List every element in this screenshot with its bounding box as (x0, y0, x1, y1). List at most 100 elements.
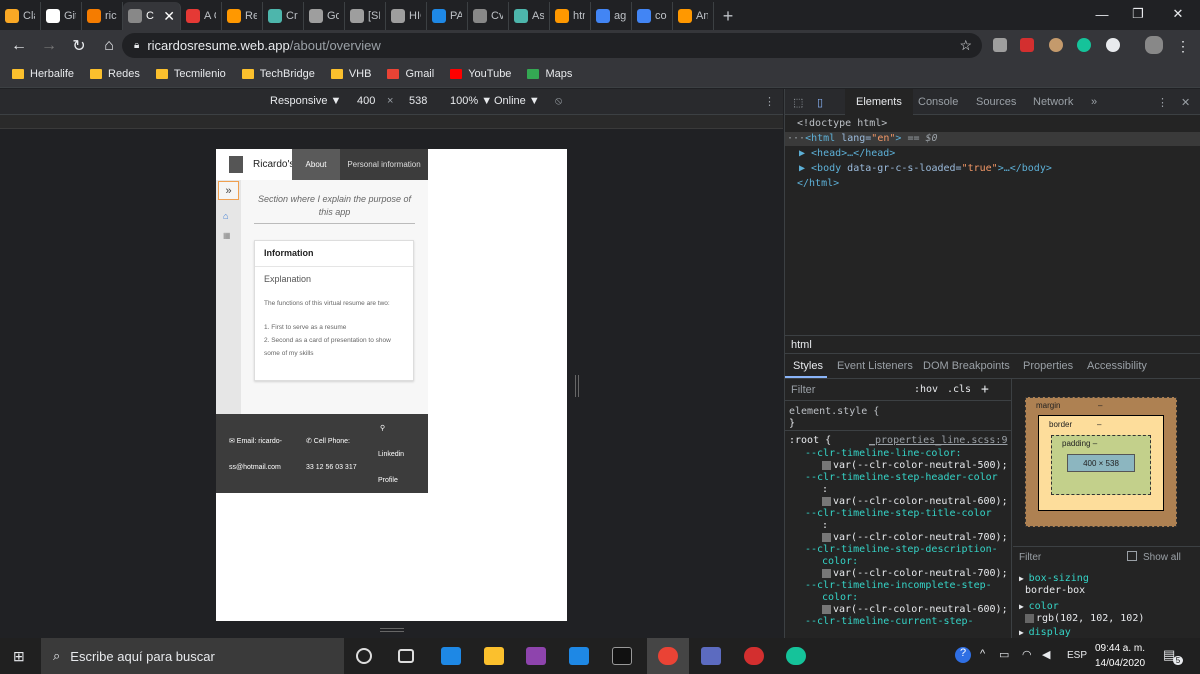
taskbar-search-input[interactable]: Escribe aquí para buscar (70, 649, 215, 664)
device-toggle-icon[interactable]: ▯ (817, 96, 823, 109)
computed-prop[interactable]: ▶ display (1019, 627, 1071, 638)
more-tabs-icon[interactable]: » (1091, 96, 1097, 108)
tab-sources[interactable]: Sources (976, 96, 1016, 108)
pdf-extension-icon[interactable] (1020, 38, 1034, 52)
cortana-icon[interactable] (356, 648, 372, 664)
new-tab-button[interactable]: + (714, 2, 742, 30)
grid-icon[interactable]: ▦ (223, 231, 231, 240)
circle-extension-icon[interactable] (1106, 38, 1120, 52)
teams-icon[interactable] (701, 647, 721, 665)
tab[interactable]: C ✕ (123, 2, 181, 30)
viewport-width-input[interactable]: 400 (357, 95, 375, 107)
add-rule-icon[interactable]: + (981, 382, 989, 397)
site-brand[interactable]: Ricardo's (253, 159, 294, 170)
css-var-name[interactable]: --clr-timeline-step-header-color (805, 472, 998, 483)
margin-box[interactable]: margin – border – padding – 400 × 538 (1025, 397, 1177, 527)
tab[interactable]: A Co (181, 2, 222, 30)
viewport-height-input[interactable]: 538 (409, 95, 427, 107)
bookmark-item[interactable]: YouTube (450, 68, 511, 80)
computed-filter-input[interactable]: Filter (1019, 552, 1041, 563)
css-var-name[interactable]: --clr-timeline-line-color: (805, 448, 962, 459)
star-icon[interactable]: ☆ (959, 37, 972, 54)
tab[interactable]: GitH (41, 2, 82, 30)
tab-elements[interactable]: Elements (845, 89, 913, 115)
tab[interactable]: ricar (82, 2, 123, 30)
forward-icon[interactable]: → (34, 31, 64, 61)
mail-icon[interactable] (441, 647, 461, 665)
chevron-up-icon[interactable]: ^ (980, 648, 985, 660)
terminal-icon[interactable] (612, 647, 632, 665)
taskbar-search[interactable]: ⌕ Escribe aquí para buscar (41, 638, 344, 674)
tab[interactable]: Cv (468, 2, 509, 30)
grammarly-taskbar-icon[interactable] (786, 647, 806, 665)
extension-icon[interactable] (993, 38, 1007, 52)
device-menu-icon[interactable]: ⋮ (764, 95, 775, 108)
inspect-icon[interactable]: ⬚ (793, 96, 803, 109)
tab[interactable]: PA-S (427, 2, 468, 30)
tab[interactable]: ag g (591, 2, 632, 30)
bookmark-item[interactable]: TechBridge (241, 68, 315, 80)
width-resize-handle[interactable] (575, 375, 579, 397)
bookmark-item[interactable]: Herbalife (12, 68, 74, 80)
tab-dom-breakpoints[interactable]: DOM Breakpoints (923, 360, 1010, 372)
bookmark-item[interactable]: Maps (527, 68, 572, 80)
tab[interactable]: HICR (386, 2, 427, 30)
root-source-link[interactable]: _properties_line.scss:9 (869, 435, 1007, 446)
computed-prop[interactable]: ▶ color (1019, 601, 1059, 612)
close-devtools-icon[interactable]: ✕ (1181, 96, 1190, 109)
tab-styles[interactable]: Styles (793, 360, 823, 372)
css-var-value[interactable]: var(--clr-color-neutral-500); (822, 460, 1008, 471)
styles-filter-input[interactable]: Filter (791, 384, 815, 396)
height-resize-handle[interactable] (380, 628, 404, 632)
css-var-name[interactable]: --clr-timeline-step-description- (805, 544, 998, 555)
cls-toggle[interactable]: .cls (947, 384, 971, 395)
css-var-value[interactable]: var(--clr-color-neutral-600); (822, 604, 1008, 615)
language-indicator[interactable]: ESP (1067, 650, 1087, 661)
bookmark-item[interactable]: Redes (90, 68, 140, 80)
profile-avatar-icon[interactable] (1145, 36, 1163, 54)
element-style-rule[interactable]: element.style { (789, 406, 879, 417)
padding-box[interactable]: padding – 400 × 538 (1051, 435, 1151, 495)
tab-console[interactable]: Console (918, 96, 958, 108)
home-icon[interactable]: ⌂ (223, 211, 228, 221)
bookmark-item[interactable]: Gmail (387, 68, 434, 80)
home-icon[interactable]: ⌂ (94, 31, 124, 61)
css-var-value[interactable]: var(--clr-color-neutral-600); (822, 496, 1008, 507)
footer-email-value[interactable]: ss@hotmail.com (229, 464, 281, 471)
rotate-icon[interactable]: ⦸ (555, 95, 562, 108)
tab-network[interactable]: Network (1033, 96, 1073, 108)
chrome-icon[interactable] (658, 647, 678, 665)
minimize-button[interactable]: — (1084, 0, 1120, 28)
grammarly-icon[interactable] (1077, 38, 1091, 52)
reload-icon[interactable]: ↻ (64, 31, 94, 61)
close-window-button[interactable]: ✕ (1160, 0, 1196, 28)
snipping-icon[interactable] (744, 647, 764, 665)
computed-prop[interactable]: ▶ box-sizing (1019, 573, 1089, 584)
responsive-select[interactable]: Responsive ▼ (270, 95, 341, 107)
content-box[interactable]: 400 × 538 (1067, 454, 1135, 472)
close-tab-icon[interactable]: ✕ (163, 8, 175, 25)
devtools-menu-icon[interactable]: ⋮ (1157, 96, 1168, 109)
help-icon[interactable]: ? (955, 647, 971, 663)
tab[interactable]: Creat (263, 2, 304, 30)
visual-studio-icon[interactable] (526, 647, 546, 665)
address-bar[interactable]: 🔒︎ ricardosresume.web.app/about/overview… (122, 33, 982, 58)
bookmark-item[interactable]: VHB (330, 68, 371, 80)
zoom-select[interactable]: 100% ▼ (450, 95, 492, 107)
tab-event-listeners[interactable]: Event Listeners (837, 360, 913, 372)
dom-html-node[interactable]: ···<html lang="en"> == $0 (787, 133, 938, 144)
root-selector[interactable]: :root { (789, 435, 831, 446)
tab[interactable]: Goo (304, 2, 345, 30)
show-all-checkbox[interactable] (1127, 551, 1137, 561)
vscode-icon[interactable] (569, 647, 589, 665)
dom-head-node[interactable]: ▶ <head>…</head> (799, 148, 895, 159)
windows-start-icon[interactable]: ⊞ (13, 648, 25, 665)
css-var-name[interactable]: --clr-timeline-incomplete-step- (805, 580, 992, 591)
tab[interactable]: Aspe (509, 2, 550, 30)
battery-icon[interactable]: ▭ (999, 648, 1009, 661)
back-icon[interactable]: ← (4, 31, 34, 61)
css-var-value[interactable]: var(--clr-color-neutral-700); (822, 568, 1008, 579)
taskbar-clock[interactable]: 09:44 a. m. 14/04/2020 (1090, 641, 1150, 671)
css-var-name[interactable]: --clr-timeline-current-step- (805, 616, 974, 627)
dom-body-node[interactable]: ▶ <body data-gr-c-s-loaded="true">…</bod… (799, 163, 1052, 174)
